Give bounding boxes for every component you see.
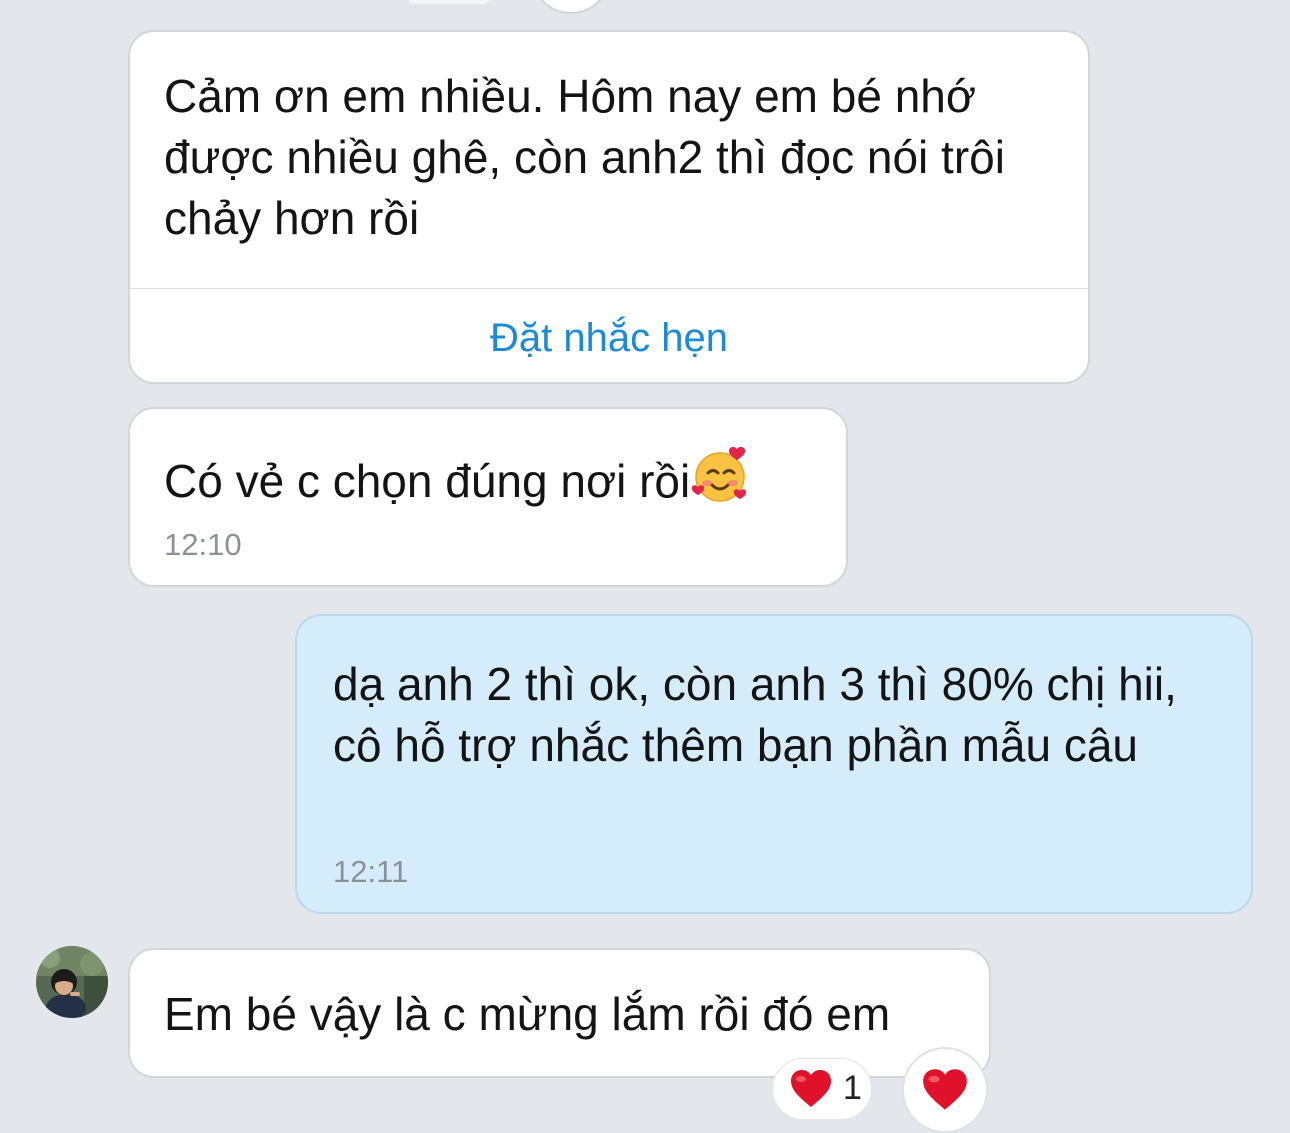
message-text: Có vẻ c chọn đúng nơi rồi (164, 443, 826, 522)
reaction-count: 1 (843, 1069, 862, 1107)
message-text-content: Có vẻ c chọn đúng nơi rồi (164, 455, 691, 507)
outgoing-message-bubble[interactable]: dạ anh 2 thì ok, còn anh 3 thì 80% chị h… (295, 614, 1253, 914)
sender-avatar[interactable] (36, 946, 108, 1018)
heart-icon (921, 1068, 969, 1117)
reaction-summary[interactable]: 1 (772, 1058, 872, 1120)
message-text: dạ anh 2 thì ok, còn anh 3 thì 80% chị h… (333, 658, 1177, 771)
message-timestamp: 12:10 (164, 527, 242, 562)
incoming-message-bubble[interactable]: Em bé vậy là c mừng lắm rồi đó em (128, 948, 991, 1078)
incoming-message-bubble[interactable]: Cảm ơn em nhiều. Hôm nay em bé nhớ được … (128, 30, 1090, 384)
message-text: Em bé vậy là c mừng lắm rồi đó em (164, 988, 891, 1040)
previous-reaction-button[interactable] (531, 0, 611, 14)
smiling-face-with-hearts-icon (690, 443, 754, 522)
react-heart-button[interactable] (902, 1047, 988, 1133)
incoming-message-bubble[interactable]: Có vẻ c chọn đúng nơi rồi 12:10 (128, 407, 848, 587)
message-timestamp: 12:11 (333, 854, 409, 889)
message-text: Cảm ơn em nhiều. Hôm nay em bé nhớ được … (164, 70, 1005, 244)
previous-message-fragment (408, 0, 490, 4)
heart-icon (789, 1069, 833, 1114)
set-reminder-link[interactable]: Đặt nhắc hẹn (130, 316, 1088, 361)
bubble-divider (130, 288, 1088, 289)
